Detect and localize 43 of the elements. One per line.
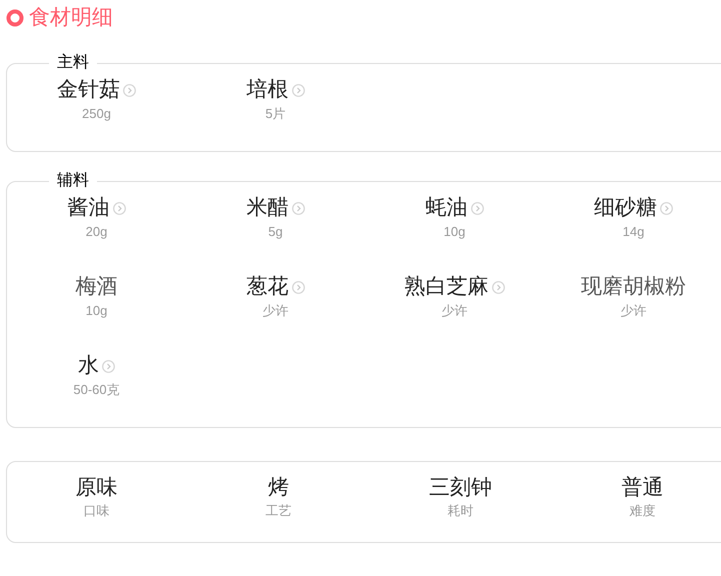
ingredient-amount: 10g bbox=[444, 223, 466, 241]
ring-icon bbox=[6, 9, 24, 27]
chevron-circle-icon bbox=[112, 202, 126, 214]
ingredient-amount: 250g bbox=[82, 105, 111, 123]
chevron-circle-icon bbox=[492, 280, 504, 294]
ingredient-amount: 14g bbox=[622, 223, 644, 241]
chevron-circle-icon bbox=[470, 202, 484, 214]
summary-value: 普通 bbox=[622, 475, 664, 501]
ingredient-link[interactable]: 米醋 bbox=[246, 194, 288, 222]
chevron-circle-icon bbox=[292, 84, 304, 96]
ingredient-amount: 50-60克 bbox=[73, 381, 120, 399]
section-title: 食材明细 bbox=[29, 5, 113, 32]
group-label: 辅料 bbox=[56, 172, 90, 190]
ingredient-amount: 少许 bbox=[620, 302, 646, 320]
ingredient-link[interactable]: 葱花 bbox=[246, 273, 288, 301]
chevron-circle-icon bbox=[660, 202, 673, 214]
summary-label: 口味 bbox=[84, 502, 110, 520]
ingredient-amount: 20g bbox=[86, 223, 108, 241]
summary-label: 耗时 bbox=[448, 502, 474, 520]
chevron-circle-icon bbox=[102, 360, 115, 372]
chevron-circle-icon bbox=[292, 202, 304, 214]
ingredient-link[interactable]: 细砂糖 bbox=[594, 194, 657, 222]
ingredient-amount: 少许 bbox=[262, 302, 288, 320]
ingredient-link[interactable]: 蚝油 bbox=[426, 194, 468, 222]
chevron-circle-icon bbox=[292, 280, 304, 294]
ingredient-amount: 少许 bbox=[442, 302, 468, 320]
ingredient-link[interactable]: 水 bbox=[78, 352, 99, 380]
summary-value: 原味 bbox=[76, 475, 118, 501]
ingredient-amount: 5片 bbox=[265, 105, 286, 123]
ingredient-link[interactable]: 熟白芝麻 bbox=[404, 273, 488, 301]
chevron-circle-icon bbox=[123, 84, 136, 96]
ingredient-link[interactable]: 酱油 bbox=[68, 194, 110, 222]
summary-label: 工艺 bbox=[266, 502, 292, 520]
ingredient-amount: 5g bbox=[268, 223, 283, 241]
ingredient-name: 梅酒 bbox=[76, 274, 118, 300]
ingredient-amount: 10g bbox=[86, 302, 108, 320]
ingredient-name: 现磨胡椒粉 bbox=[581, 274, 686, 300]
group-label: 主料 bbox=[56, 54, 90, 72]
ingredient-link[interactable]: 金针菇 bbox=[57, 76, 120, 104]
summary-value: 烤 bbox=[268, 475, 289, 501]
summary-label: 难度 bbox=[630, 502, 656, 520]
summary-value: 三刻钟 bbox=[429, 475, 492, 501]
ingredient-link[interactable]: 培根 bbox=[246, 76, 288, 104]
